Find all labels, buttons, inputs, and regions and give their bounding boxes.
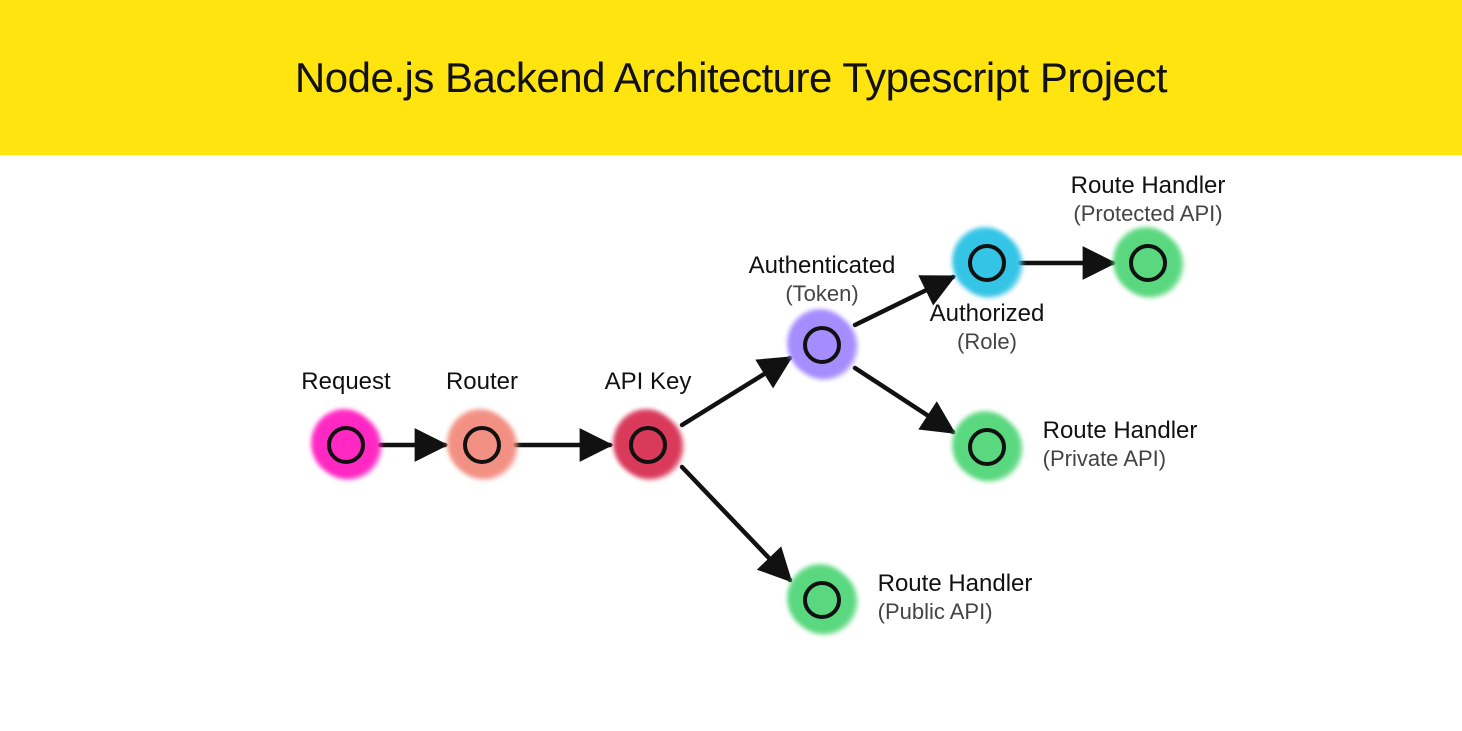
node-route-public xyxy=(789,567,855,633)
title-banner: Node.js Backend Architecture Typescript … xyxy=(0,0,1462,155)
node-route-protected xyxy=(1115,230,1181,296)
node-authenticated xyxy=(789,312,855,378)
label-route-protected: Route Handler (Protected API) xyxy=(1071,172,1226,227)
label-route-private: Route Handler (Private API) xyxy=(1043,417,1198,472)
label-request: Request xyxy=(301,368,390,397)
label-authenticated: Authenticated (Token) xyxy=(749,252,896,307)
arrows-layer xyxy=(0,155,1462,731)
node-authorized xyxy=(954,230,1020,296)
node-request xyxy=(313,412,379,478)
label-apikey: API Key xyxy=(605,368,692,397)
node-apikey xyxy=(615,412,681,478)
page-title: Node.js Backend Architecture Typescript … xyxy=(295,54,1167,102)
node-router xyxy=(449,412,515,478)
label-authorized: Authorized (Role) xyxy=(930,300,1045,355)
diagram-canvas: Request Router API Key Authenticated (To… xyxy=(0,155,1462,731)
label-route-public: Route Handler (Public API) xyxy=(878,570,1033,625)
label-router: Router xyxy=(446,368,518,397)
node-route-private xyxy=(954,414,1020,480)
